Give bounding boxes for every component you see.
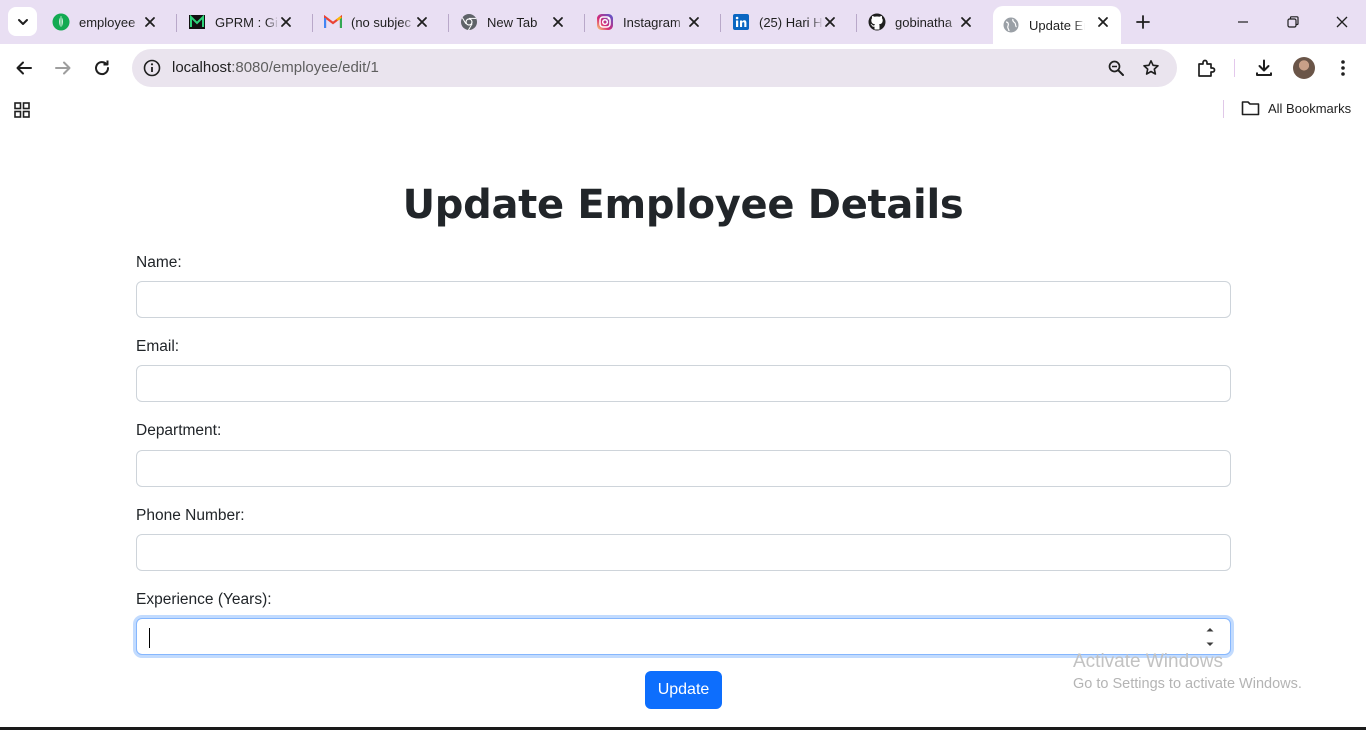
apps-grid-icon[interactable] [12, 100, 32, 120]
number-spinner[interactable] [1202, 626, 1218, 648]
forward-button[interactable] [51, 56, 75, 80]
text-caret [149, 628, 150, 648]
name-label: Name: [136, 254, 182, 271]
tab-title: GPRM : Gi [215, 14, 278, 30]
close-icon[interactable] [1095, 14, 1111, 30]
activate-windows-subtitle: Go to Settings to activate Windows. [1073, 676, 1302, 692]
extensions-button[interactable] [1194, 56, 1218, 80]
url-text[interactable]: localhost:8080/employee/edit/1 [172, 59, 379, 76]
reload-icon [95, 60, 110, 76]
tab-update-employee[interactable]: Update Em [993, 6, 1121, 44]
linkedin-icon [732, 13, 750, 31]
more-vertical-icon [1341, 60, 1345, 76]
minimize-button[interactable] [1231, 10, 1255, 34]
email-input[interactable] [136, 365, 1231, 402]
address-bar[interactable]: localhost:8080/employee/edit/1 [132, 49, 1177, 87]
plus-icon [1136, 15, 1150, 29]
back-button[interactable] [12, 56, 36, 80]
all-bookmarks-label: All Bookmarks [1268, 100, 1352, 116]
zoom-icon[interactable] [1104, 56, 1128, 80]
tab-strip: employee GPRM : Gi (no subjec New Tab In… [0, 0, 1366, 44]
restore-button[interactable] [1281, 10, 1305, 34]
tab-instagram[interactable]: Instagram [580, 6, 716, 38]
minimize-icon [1238, 21, 1248, 23]
close-icon[interactable] [550, 14, 566, 30]
bookmarks-bar: All Bookmarks [0, 92, 1366, 126]
page-content: Update Employee Details Name: Email: Dep… [0, 126, 1366, 728]
tab-github[interactable]: gobinatha [852, 6, 988, 38]
tab-title: (no subjec [351, 14, 411, 30]
url-path: :8080/employee/edit/1 [231, 59, 379, 76]
tab-search-button[interactable] [8, 7, 37, 36]
experience-label: Experience (Years): [136, 591, 272, 608]
browser-toolbar: localhost:8080/employee/edit/1 [0, 44, 1366, 92]
puzzle-icon [1198, 59, 1216, 77]
experience-input[interactable] [136, 618, 1231, 655]
tab-linkedin[interactable]: (25) Hari H [716, 6, 852, 38]
gprm-logo-icon [188, 13, 206, 31]
new-tab-button[interactable] [1131, 10, 1155, 34]
menu-button[interactable] [1331, 56, 1355, 80]
download-icon [1256, 59, 1272, 76]
chrome-icon [460, 13, 478, 31]
close-icon[interactable] [278, 14, 294, 30]
tab-gprm[interactable]: GPRM : Gi [172, 6, 308, 38]
tab-gmail[interactable]: (no subjec [308, 6, 444, 38]
phone-number-input[interactable] [136, 534, 1231, 571]
close-icon[interactable] [142, 14, 158, 30]
close-window-button[interactable] [1330, 10, 1354, 34]
downloads-button[interactable] [1252, 56, 1276, 80]
gmail-icon [324, 13, 342, 31]
activate-windows-title: Activate Windows [1073, 651, 1223, 672]
toolbar-separator [1234, 59, 1235, 77]
tab-title: New Tab [487, 14, 538, 30]
tab-new-tab[interactable]: New Tab [444, 6, 580, 38]
close-icon[interactable] [958, 14, 974, 30]
email-label: Email: [136, 338, 180, 355]
update-button[interactable]: Update [645, 671, 722, 709]
instagram-icon [596, 13, 614, 31]
department-label: Department: [136, 422, 222, 439]
page-title: Update Employee Details [402, 182, 964, 228]
bookmarks-separator [1223, 100, 1224, 118]
chevron-down-icon [17, 18, 28, 25]
tab-title: (25) Hari H [759, 14, 823, 30]
restore-icon [1287, 16, 1299, 28]
reload-button[interactable] [90, 56, 114, 80]
tab-title: Instagram [623, 14, 681, 30]
tab-title: employee [79, 14, 136, 30]
spinner-up-icon[interactable] [1205, 626, 1215, 633]
github-icon [868, 13, 886, 31]
close-icon[interactable] [686, 14, 702, 30]
back-arrow-icon [16, 61, 32, 75]
mongodb-leaf-icon [52, 13, 70, 31]
folder-icon [1241, 101, 1260, 116]
name-input[interactable] [136, 281, 1231, 318]
close-icon[interactable] [822, 14, 838, 30]
department-input[interactable] [136, 450, 1231, 487]
tab-title: gobinatha [895, 14, 953, 30]
url-host: localhost [172, 59, 232, 76]
globe-icon [1002, 16, 1020, 34]
close-icon[interactable] [414, 14, 430, 30]
forward-arrow-icon [55, 61, 71, 75]
site-info-icon[interactable] [140, 56, 164, 80]
spinner-down-icon[interactable] [1205, 641, 1215, 648]
close-icon [1336, 16, 1348, 28]
phone-number-label: Phone Number: [136, 507, 245, 524]
tab-title: Update Em [1029, 17, 1085, 33]
bookmark-star-icon[interactable] [1139, 56, 1163, 80]
all-bookmarks-button[interactable]: All Bookmarks [1241, 100, 1351, 116]
profile-avatar[interactable] [1293, 57, 1315, 79]
tab-employee[interactable]: employee [36, 6, 172, 38]
